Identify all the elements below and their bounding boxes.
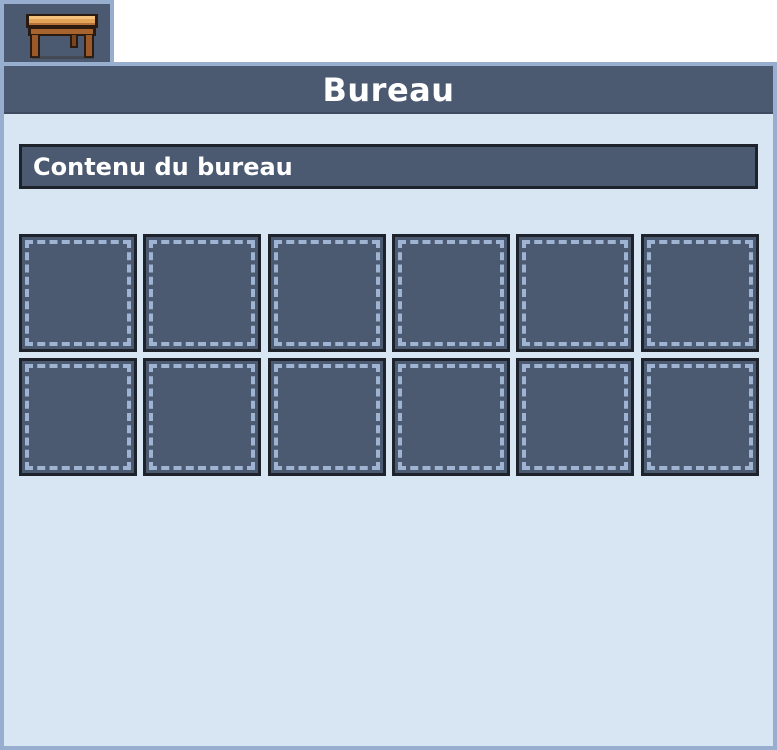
- section-label: Contenu du bureau: [33, 152, 293, 181]
- slot-dashed-frame: [647, 240, 753, 346]
- inventory-slot[interactable]: [143, 234, 261, 352]
- inventory-slot[interactable]: [19, 234, 137, 352]
- slot-dashed-frame: [149, 364, 255, 470]
- window-title: Bureau: [322, 71, 455, 109]
- slot-dashed-frame: [647, 364, 753, 470]
- slot-dashed-frame: [522, 364, 628, 470]
- storage-panel: Bureau Contenu du bureau: [0, 62, 777, 750]
- inventory-slot[interactable]: [392, 358, 510, 476]
- slot-dashed-frame: [149, 240, 255, 346]
- inventory-slot[interactable]: [19, 358, 137, 476]
- wooden-table-icon: [26, 14, 98, 59]
- slot-dashed-frame: [398, 364, 504, 470]
- window-tab: [0, 0, 114, 66]
- section-header: Contenu du bureau: [19, 144, 758, 189]
- inventory-slot[interactable]: [641, 358, 759, 476]
- slot-dashed-frame: [25, 240, 131, 346]
- inventory-slot[interactable]: [516, 358, 634, 476]
- slot-dashed-frame: [398, 240, 504, 346]
- inventory-slot[interactable]: [516, 234, 634, 352]
- inventory-slot[interactable]: [641, 234, 759, 352]
- title-bar: Bureau: [4, 66, 773, 114]
- inventory-slot[interactable]: [268, 358, 386, 476]
- storage-window: Bureau Contenu du bureau: [0, 0, 777, 750]
- inventory-slot[interactable]: [268, 234, 386, 352]
- slot-dashed-frame: [522, 240, 628, 346]
- inventory-slot[interactable]: [143, 358, 261, 476]
- slot-dashed-frame: [25, 364, 131, 470]
- slot-dashed-frame: [274, 240, 380, 346]
- inventory-slot[interactable]: [392, 234, 510, 352]
- slot-dashed-frame: [274, 364, 380, 470]
